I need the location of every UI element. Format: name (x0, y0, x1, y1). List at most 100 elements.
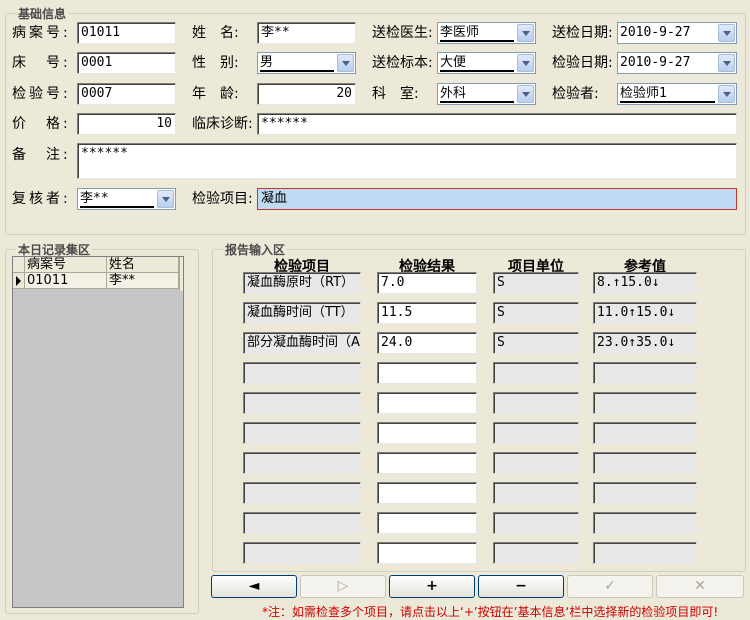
row-name[interactable]: 李** (107, 273, 179, 289)
name-field[interactable]: 李** (257, 22, 356, 44)
report-ref-cell[interactable] (593, 452, 697, 474)
report-unit-cell[interactable] (493, 362, 579, 384)
report-ref-cell[interactable]: 11.0↑15.0↓ (593, 302, 697, 324)
chevron-down-icon[interactable] (718, 85, 735, 103)
row-indicator-header (13, 257, 25, 273)
diagnosis-field[interactable]: ****** (257, 113, 737, 135)
report-result-input[interactable]: 24.0 (377, 332, 477, 354)
dept-select[interactable]: 外科 (437, 83, 536, 105)
test-item-label: 检验项目: (192, 191, 253, 207)
report-ref-cell[interactable] (593, 482, 697, 504)
records-grid[interactable]: 病案号 姓名 01011 李** (12, 256, 184, 608)
report-result-input[interactable] (377, 482, 477, 504)
report-unit-cell[interactable] (493, 482, 579, 504)
case-no-label: 病案号: (12, 25, 71, 41)
doctor-value: 李医师 (440, 25, 514, 42)
report-ref-cell[interactable] (593, 362, 697, 384)
price-field[interactable]: 10 (77, 113, 176, 135)
report-unit-cell[interactable] (493, 452, 579, 474)
chevron-down-icon[interactable] (517, 54, 534, 72)
vertical-scrollbar[interactable] (179, 257, 183, 291)
tester-label: 检验者: (552, 86, 599, 102)
gender-label: 性 别: (192, 55, 239, 71)
reviewer-value: 李** (80, 191, 154, 208)
age-field[interactable]: 20 (257, 83, 356, 105)
doctor-select[interactable]: 李医师 (437, 22, 536, 44)
report-result-input[interactable] (377, 542, 477, 564)
cancel-button[interactable]: ✕ (656, 575, 744, 598)
name-label: 姓 名: (192, 25, 239, 41)
reviewer-label: 复核者: (12, 191, 71, 207)
chevron-down-icon[interactable] (718, 54, 735, 72)
specimen-value: 大便 (440, 55, 514, 72)
row-case-no[interactable]: 01011 (25, 273, 107, 289)
report-result-input[interactable]: 7.0 (377, 272, 477, 294)
send-date-picker[interactable]: 2010-9-27 (617, 22, 737, 44)
report-item-cell[interactable] (243, 422, 361, 444)
confirm-button[interactable]: ✓ (567, 575, 653, 598)
dept-label: 科 室: (372, 86, 419, 102)
report-result-input[interactable]: 11.5 (377, 302, 477, 324)
report-item-cell[interactable]: 部分凝血酶时间（A (243, 332, 361, 354)
remark-label: 备 注: (12, 147, 71, 163)
report-ref-cell[interactable]: 8.↑15.0↓ (593, 272, 697, 294)
report-result-input[interactable] (377, 362, 477, 384)
next-button[interactable]: ▷ (300, 575, 386, 598)
chevron-down-icon[interactable] (517, 85, 534, 103)
report-item-cell[interactable] (243, 542, 361, 564)
gender-select[interactable]: 男 (257, 52, 356, 74)
report-item-cell[interactable] (243, 512, 361, 534)
dept-value: 外科 (440, 86, 514, 103)
chevron-down-icon[interactable] (718, 24, 735, 42)
price-label: 价 格: (12, 116, 71, 132)
report-unit-cell[interactable] (493, 542, 579, 564)
report-item-cell[interactable] (243, 392, 361, 414)
records-header-row: 病案号 姓名 (13, 257, 183, 273)
report-ref-cell[interactable] (593, 392, 697, 414)
report-ref-cell[interactable] (593, 542, 697, 564)
report-item-cell[interactable] (243, 452, 361, 474)
chevron-down-icon[interactable] (157, 190, 174, 208)
bed-no-field[interactable]: 0001 (77, 52, 176, 74)
report-result-input[interactable] (377, 392, 477, 414)
specimen-label: 送检标本: (372, 55, 433, 71)
report-result-input[interactable] (377, 452, 477, 474)
remove-item-button[interactable]: − (478, 575, 564, 598)
table-row[interactable]: 01011 李** (13, 273, 183, 289)
column-header-name[interactable]: 姓名 (107, 257, 179, 273)
diagnosis-label: 临床诊断: (192, 116, 253, 132)
report-ref-cell[interactable] (593, 422, 697, 444)
report-unit-cell[interactable]: S (493, 272, 579, 294)
remark-field[interactable]: ****** (77, 143, 737, 179)
test-date-picker[interactable]: 2010-9-27 (617, 52, 737, 74)
report-result-input[interactable] (377, 512, 477, 534)
report-ref-cell[interactable]: 23.0↑35.0↓ (593, 332, 697, 354)
add-item-button[interactable]: + (389, 575, 475, 598)
tester-value: 检验师1 (620, 86, 715, 103)
test-no-field[interactable]: 0007 (77, 83, 176, 105)
prev-button[interactable]: ◄ (211, 575, 297, 598)
report-unit-cell[interactable]: S (493, 332, 579, 354)
report-item-cell[interactable] (243, 482, 361, 504)
column-header-case-no[interactable]: 病案号 (25, 257, 107, 273)
send-date-label: 送检日期: (552, 25, 613, 41)
reviewer-select[interactable]: 李** (77, 188, 176, 210)
test-no-label: 检验号: (12, 86, 71, 102)
report-unit-cell[interactable]: S (493, 302, 579, 324)
tester-select[interactable]: 检验师1 (617, 83, 737, 105)
report-item-cell[interactable]: 凝血酶原时（RT） (243, 272, 361, 294)
report-unit-cell[interactable] (493, 512, 579, 534)
test-item-field[interactable]: 凝血 (257, 188, 737, 210)
doctor-label: 送检医生: (372, 25, 433, 41)
report-item-cell[interactable] (243, 362, 361, 384)
case-no-field[interactable]: 01011 (77, 22, 176, 44)
specimen-select[interactable]: 大便 (437, 52, 536, 74)
help-note: *注：如需检查多个项目，请点击以上‘+’按钮在’基本信息‘栏中选择新的检验项目即… (262, 605, 719, 619)
chevron-down-icon[interactable] (337, 54, 354, 72)
report-item-cell[interactable]: 凝血酶时间（TT） (243, 302, 361, 324)
report-unit-cell[interactable] (493, 422, 579, 444)
report-result-input[interactable] (377, 422, 477, 444)
chevron-down-icon[interactable] (517, 24, 534, 42)
report-ref-cell[interactable] (593, 512, 697, 534)
report-unit-cell[interactable] (493, 392, 579, 414)
